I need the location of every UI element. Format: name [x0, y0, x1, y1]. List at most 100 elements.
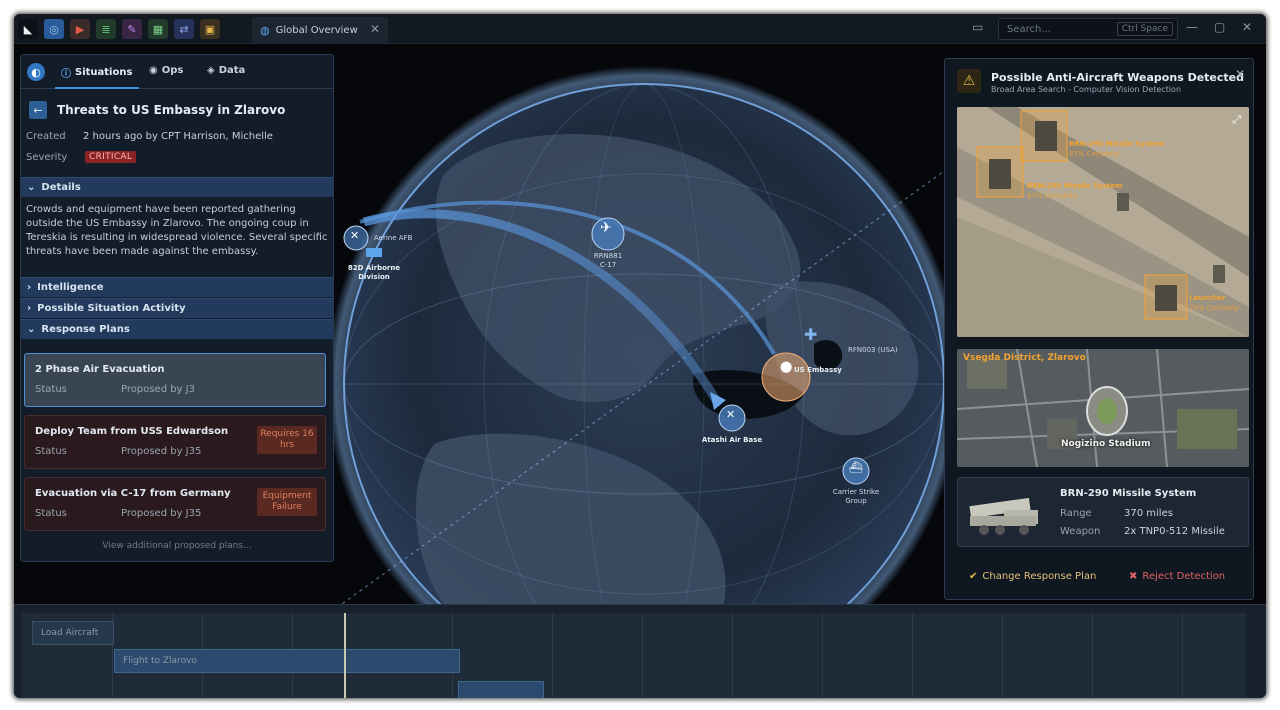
air-base-icon[interactable]: ✕ — [726, 409, 735, 420]
district-label: Vsegda District, Zlarovo — [963, 353, 1086, 363]
embassy-label: US Embassy — [794, 366, 842, 374]
tab-situations-label: Situations — [75, 67, 133, 78]
app-logo-icon[interactable]: ◣ — [18, 19, 38, 39]
plan-title: 2 Phase Air Evacuation — [35, 364, 165, 375]
situation-panel: ◐ ⓘ Situations ◉ Ops ◈ Data ← Threats to… — [20, 54, 334, 562]
maximize-icon[interactable]: ▢ — [1214, 20, 1225, 34]
back-arrow-icon[interactable]: ← — [29, 101, 47, 119]
section-intelligence-label: Intelligence — [37, 282, 104, 293]
aircraft-label: RRN881 C-17 — [593, 252, 623, 269]
section-situation-activity[interactable]: › Possible Situation Activity — [21, 298, 333, 318]
close-icon[interactable]: ✕ — [1235, 67, 1245, 81]
plan-card[interactable]: 2 Phase Air Evacuation Status Proposed b… — [24, 353, 326, 407]
plan-warning-badge: Equipment Failure — [257, 488, 317, 516]
range-label: Range — [1060, 508, 1092, 519]
home-icon[interactable]: ◐ — [27, 63, 45, 81]
globe-icon: ◍ — [260, 23, 270, 37]
missile-system-card[interactable]: BRN-290 Missile System Range 370 miles W… — [957, 477, 1249, 547]
division-label: 82D Airborne Division — [347, 264, 401, 281]
detection-label: BRN-290 Missile System 87% Certainty — [1069, 139, 1164, 159]
detection-panel: ⚠ Possible Anti-Aircraft Weapons Detecte… — [944, 58, 1254, 600]
close-window-icon[interactable]: ✕ — [1242, 20, 1252, 34]
plan-status: Status — [35, 384, 67, 395]
created-value: 2 hours ago by CPT Harrison, Michelle — [83, 131, 273, 142]
airbase-label: Aerine AFB — [374, 234, 413, 242]
plan-title: Deploy Team from USS Edwardson — [35, 426, 229, 437]
detection-certainty: 87% Certainty — [1069, 150, 1120, 158]
timeline-task[interactable] — [458, 681, 544, 698]
timeline-gridline — [732, 613, 733, 698]
reject-detection-button[interactable]: ✖ Reject Detection — [1129, 571, 1225, 582]
airbase-icon[interactable]: ✕ — [350, 230, 359, 241]
chevron-right-icon: › — [27, 303, 32, 314]
satellite-icon[interactable]: ✚ — [804, 327, 817, 343]
x-icon: ✖ — [1129, 571, 1138, 582]
tab-ops[interactable]: ◉ Ops — [149, 65, 183, 76]
plan-proposer: Proposed by J35 — [121, 446, 202, 457]
tab-ops-label: Ops — [161, 65, 184, 76]
minimize-icon[interactable]: — — [1186, 20, 1198, 34]
pen-tool-icon[interactable]: ✎ — [122, 19, 142, 39]
carrier-label: Carrier Strike Group — [832, 488, 880, 505]
tab-data[interactable]: ◈ Data — [207, 65, 245, 76]
section-intelligence[interactable]: › Intelligence — [21, 277, 333, 297]
graph-tool-icon[interactable]: ⇄ — [174, 19, 194, 39]
folder-tool-icon[interactable]: ▣ — [200, 19, 220, 39]
location-pin-icon[interactable]: ⬤ — [780, 361, 792, 372]
search-placeholder: Search... — [1007, 23, 1051, 35]
close-icon[interactable]: ✕ — [370, 22, 380, 36]
district-image[interactable]: Vsegda District, Zlarovo Nogizino Stadiu… — [957, 349, 1249, 467]
section-response-plans[interactable]: ⌄ Response Plans — [21, 319, 333, 339]
database-icon: ◈ — [207, 65, 215, 76]
search-input[interactable]: Search... Ctrl Space — [998, 18, 1178, 40]
carrier-icon[interactable]: ⛴ — [849, 462, 863, 473]
layers-tool-icon[interactable]: ≣ — [96, 19, 116, 39]
chevron-down-icon: ⌄ — [27, 324, 36, 335]
timeline-track[interactable]: Load Aircraft Flight to Zlarovo — [22, 613, 1246, 698]
detection-subtitle: Broad Area Search - Computer Vision Dete… — [991, 85, 1182, 94]
plan-status: Status — [35, 446, 67, 457]
inbox-icon[interactable]: ▭ — [972, 20, 983, 34]
tab-global-overview[interactable]: ◍ Global Overview ✕ — [252, 17, 388, 43]
chevron-down-icon: ⌄ — [27, 182, 36, 193]
panel-tabs: ◐ ⓘ Situations ◉ Ops ◈ Data — [21, 55, 333, 89]
plan-card[interactable]: Evacuation via C-17 from Germany Status … — [24, 477, 326, 531]
change-label: Change Response Plan — [982, 571, 1097, 582]
section-activity-label: Possible Situation Activity — [37, 303, 186, 314]
severity-label: Severity — [26, 152, 68, 163]
timeline-gridline — [642, 613, 643, 698]
tab-label: Global Overview — [275, 24, 358, 36]
chevron-right-icon: › — [27, 282, 32, 293]
detection-certainty: 70% Certainty — [1189, 304, 1240, 312]
play-tool-icon[interactable]: ▶ — [70, 19, 90, 39]
warning-icon: ⚠ — [957, 69, 981, 93]
timeline-gridline — [1002, 613, 1003, 698]
satellite-image[interactable]: BRN-290 Missile System 87% Certainty BRN-… — [957, 107, 1249, 337]
timeline-task-flight[interactable]: Flight to Zlarovo — [114, 649, 460, 673]
timeline-now-marker[interactable] — [344, 613, 346, 698]
stadium-label: Nogizino Stadium — [1061, 439, 1151, 449]
detection-label: BRN-290 Missile System 67% Certainty — [1027, 181, 1122, 201]
created-label: Created — [26, 131, 66, 142]
info-icon: ⓘ — [61, 69, 71, 80]
system-name: BRN-290 Missile System — [1060, 488, 1197, 499]
aircraft-icon[interactable]: ✈ — [600, 221, 612, 235]
reject-label: Reject Detection — [1142, 571, 1226, 582]
timeline-gridline — [1092, 613, 1093, 698]
shortcut-hint: Ctrl Space — [1116, 22, 1173, 36]
plan-card[interactable]: Deploy Team from USS Edwardson Status Pr… — [24, 415, 326, 469]
launcher-image — [969, 497, 1038, 535]
tab-data-label: Data — [218, 65, 246, 76]
timeline-task-load[interactable]: Load Aircraft — [32, 621, 114, 645]
table-tool-icon[interactable]: ▦ — [148, 19, 168, 39]
severity-badge: CRITICAL — [85, 151, 137, 163]
change-response-plan-button[interactable]: ✔ Change Response Plan — [969, 571, 1096, 582]
timeline-gridline — [822, 613, 823, 698]
timeline-gridline — [1182, 613, 1183, 698]
top-toolbar: ◣ ◎ ▶ ≣ ✎ ▦ ⇄ ▣ ◍ Global Overview ✕ ▭ Se… — [14, 14, 1266, 44]
tab-situations[interactable]: ⓘ Situations — [61, 65, 132, 80]
expand-icon[interactable]: ⤢ — [1232, 113, 1241, 127]
globe-tool-icon[interactable]: ◎ — [44, 19, 64, 39]
section-details[interactable]: ⌄ Details — [21, 177, 333, 197]
view-more-plans-link[interactable]: View additional proposed plans... — [21, 541, 333, 551]
